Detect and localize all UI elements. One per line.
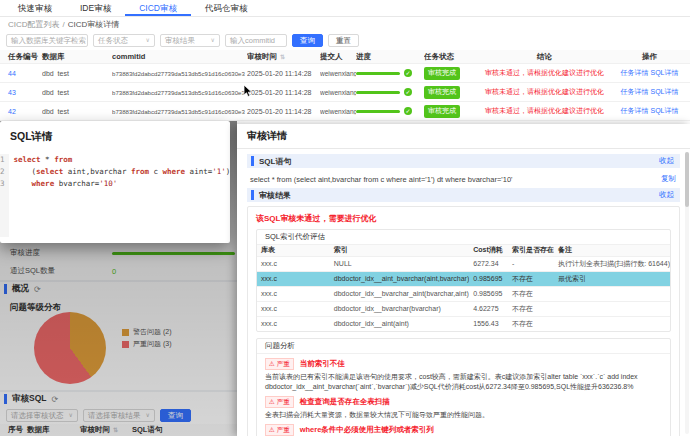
sql-detail-link[interactable]: SQL详情 (650, 88, 678, 95)
col-header: 备注 (554, 245, 670, 256)
sql-detail-link[interactable]: SQL详情 (650, 107, 678, 114)
severity-badge: ⚠ 严重 (265, 424, 294, 436)
chevron-down-icon: ∨ (211, 35, 215, 46)
check-icon: ✓ (404, 69, 412, 77)
progress-bar (356, 91, 400, 94)
cost-eval-table: 库表索引Cost消耗索引是否存在备注xxx.cNULL6272.34-执行计划全… (257, 245, 670, 331)
db-search-input[interactable]: 输入数据库关键字检索 (6, 34, 88, 47)
issues-card: 问题分析 ⚠ 严重当前索引不佳当前该表的已有索引不能满足该语句的使用要求，cos… (256, 338, 671, 436)
sql-statement-text: select * from (select aint,bvarchar from… (250, 175, 513, 184)
mouse-cursor (243, 84, 253, 98)
filter-bar: 输入数据库关键字检索 任务状态∨ 审核结果∨ 输入commitid 查询 重置 (0, 31, 690, 50)
sql-statement-section-header: SQL语句 收起 (247, 154, 680, 168)
search-button[interactable]: 查询 (292, 34, 323, 47)
tab-1[interactable]: IDE审核 (66, 0, 125, 16)
top-tabs: 快速审核IDE审核CICD审核代码仓审核 (0, 0, 690, 17)
issues-title: 问题分析 (257, 339, 670, 354)
col-header: 库表 (257, 245, 330, 256)
task-status-select[interactable]: 任务状态∨ (93, 34, 155, 47)
sql-code: select * from (select aint,bvarchar from… (9, 154, 230, 237)
task-row: 43dbd_testb73883fd2dabcd27739da513db5c91… (0, 83, 690, 102)
task-id-link[interactable]: 43 (8, 89, 16, 96)
task-detail-link[interactable]: 任务详情 (621, 88, 649, 95)
col-header[interactable]: 审核时间 ⇅ (247, 52, 320, 62)
tab-3[interactable]: 代码仓审核 (191, 0, 262, 16)
sql-code-editor[interactable]: 123 select * from (select aint,bvarchar … (0, 154, 230, 237)
cost-eval-row[interactable]: xxx.cdbdoctor_idx__bvarchar_aint(bvarcha… (257, 286, 670, 301)
task-table: 任务编号 ⇅数据库commitid审核时间 ⇅提交人进度任务状态结论操作 44d… (0, 50, 690, 121)
progress-bar (356, 110, 400, 113)
task-row: 42dbd_testb73883fd2dabcd27739da513db5c91… (0, 102, 690, 121)
col-header: 索引 (330, 245, 469, 256)
issue-item: ⚠ 严重检查查询是否存在全表扫描全表扫描会消耗大量资源，数据量较大情况下可能导致… (257, 396, 670, 420)
tab-0[interactable]: 快速审核 (4, 0, 66, 16)
issue-title[interactable]: where条件中必须使用主键列或者索引列 (300, 425, 434, 435)
cost-eval-row[interactable]: xxx.cdbdoctor_idx__bvarchar(bvarchar)4.6… (257, 301, 670, 316)
collapse-link[interactable]: 收起 (659, 156, 680, 166)
status-badge: 审核完成 (424, 67, 460, 80)
line-numbers: 123 (0, 154, 9, 237)
issue-item: ⚠ 严重 where条件中必须使用主键列或者索引列 (257, 424, 670, 436)
reset-button[interactable]: 重置 (328, 34, 359, 47)
audit-result-box: 该SQL审核未通过，需要进行优化 SQL索引代价评估 库表索引Cost消耗索引是… (247, 206, 680, 436)
audit-result-select[interactable]: 审核结果∨ (160, 34, 220, 47)
task-detail-link[interactable]: 任务详情 (621, 69, 649, 76)
copy-link[interactable]: 复制 (661, 174, 680, 184)
task-detail-link[interactable]: 任务详情 (621, 107, 649, 114)
breadcrumb: CICD配置列表/CICD审核详情 (0, 17, 690, 31)
cost-eval-title: SQL索引代价评估 (257, 230, 670, 245)
audit-detail-drawer: 审核详情 SQL语句 收起 select * from (select aint… (237, 124, 690, 436)
severity-badge: ⚠ 严重 (265, 396, 294, 408)
modal-title: SQL详情 (0, 121, 230, 144)
col-header: commitid (112, 52, 247, 61)
col-header: Cost消耗 (469, 245, 508, 256)
cost-eval-row[interactable]: xxx.cdbdoctor_idx__aint(aint)1556.43不存在 (257, 316, 670, 331)
task-row: 44dbd_testb73883fd2dabcd27739da513db5c91… (0, 64, 690, 83)
drawer-scrollbar[interactable] (685, 152, 689, 434)
col-header: 操作 (612, 52, 687, 62)
audit-result-section-header: 审核结果 收起 (247, 188, 680, 202)
tab-2[interactable]: CICD审核 (125, 0, 191, 16)
drawer-title: 审核详情 (237, 124, 690, 149)
col-header: 数据库 (42, 52, 112, 62)
issue-title[interactable]: 检查查询是否存在全表扫描 (300, 397, 390, 407)
collapse-link[interactable]: 收起 (659, 190, 680, 200)
task-id-link[interactable]: 42 (8, 108, 16, 115)
issue-title[interactable]: 当前索引不佳 (300, 359, 345, 369)
commitid-input[interactable]: 输入commitid (225, 34, 287, 47)
check-icon: ✓ (404, 107, 412, 115)
cost-eval-card: SQL索引代价评估 库表索引Cost消耗索引是否存在备注xxx.cNULL627… (256, 229, 671, 332)
breadcrumb-current: CICD审核详情 (68, 20, 120, 29)
breadcrumb-parent[interactable]: CICD配置列表 (8, 20, 60, 29)
col-header: 进度 (356, 52, 424, 62)
col-header: 结论 (477, 52, 612, 62)
verdict-text: 该SQL审核未通过，需要进行优化 (256, 213, 671, 224)
cicd-audit-page: 快速审核IDE审核CICD审核代码仓审核 CICD配置列表/CICD审核详情 输… (0, 0, 690, 436)
task-table-header: 任务编号 ⇅数据库commitid审核时间 ⇅提交人进度任务状态结论操作 (0, 50, 690, 64)
status-badge: 审核完成 (424, 86, 460, 99)
progress-bar (356, 72, 400, 75)
check-icon: ✓ (404, 88, 412, 96)
col-header: 提交人 (320, 52, 356, 62)
chevron-down-icon: ∨ (146, 35, 150, 46)
cost-eval-row[interactable]: xxx.cNULL6272.34-执行计划全表扫描(扫描行数: 61644) (257, 256, 670, 271)
sql-detail-link[interactable]: SQL详情 (650, 69, 678, 76)
severity-badge: ⚠ 严重 (265, 358, 294, 370)
status-badge: 审核完成 (424, 105, 460, 118)
sql-statement-row: select * from (select aint,bvarchar from… (247, 172, 680, 186)
sql-detail-modal: SQL详情 123 select * from (select aint,bva… (0, 121, 230, 243)
col-header[interactable]: 任务编号 ⇅ (0, 52, 42, 62)
issue-item: ⚠ 严重当前索引不佳当前该表的已有索引不能满足该语句的使用要求，cost较高，需… (257, 358, 670, 392)
col-header: 任务状态 (424, 52, 477, 62)
cost-eval-row[interactable]: xxx.cdbdoctor_idx__aint_bvarchar(aint,bv… (257, 271, 670, 286)
task-id-link[interactable]: 44 (8, 70, 16, 77)
col-header: 索引是否存在 (508, 245, 554, 256)
